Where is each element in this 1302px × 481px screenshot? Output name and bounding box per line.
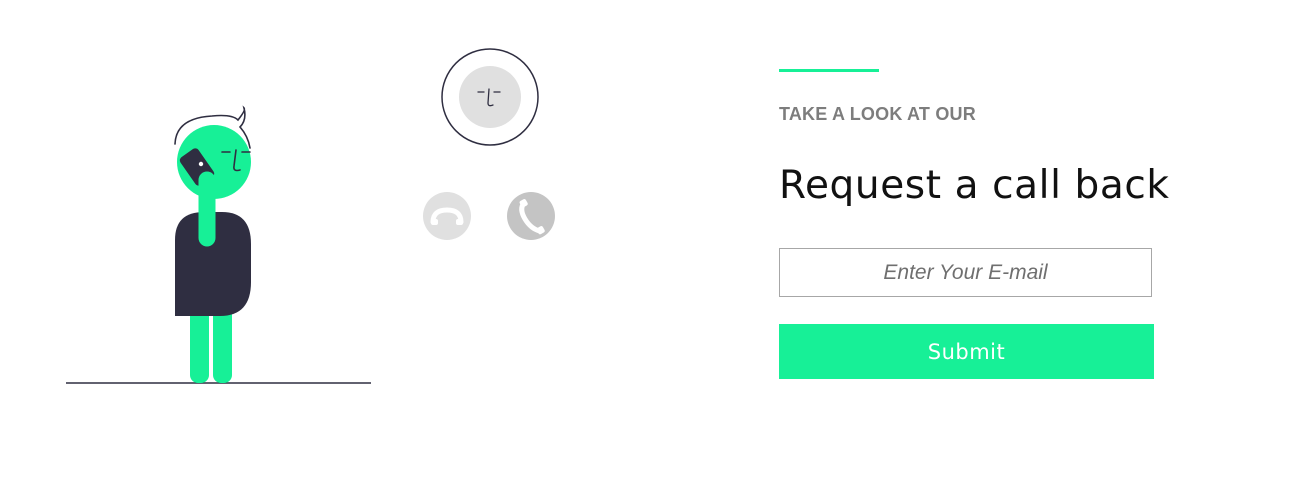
answer-phone-icon[interactable] <box>507 192 555 240</box>
hang-up-phone-icon[interactable] <box>423 192 471 240</box>
page-title: Request a call back <box>779 163 1170 208</box>
accent-divider <box>779 69 879 72</box>
eyebrow-label: TAKE A LOOK AT OUR <box>779 104 976 124</box>
callback-form-panel: TAKE A LOOK AT OUR Request a call back S… <box>779 0 1199 476</box>
person-on-phone-illustration <box>174 105 251 383</box>
submit-button[interactable]: Submit <box>779 324 1154 379</box>
caller-avatar-icon <box>441 48 539 146</box>
call-illustration <box>0 0 700 476</box>
email-field[interactable] <box>779 248 1152 297</box>
